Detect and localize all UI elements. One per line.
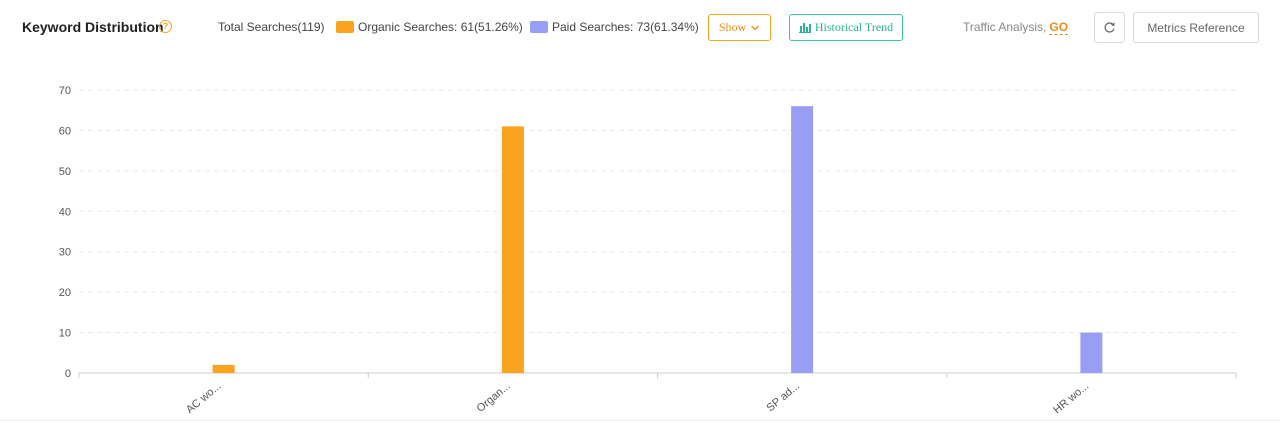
show-label: Show [718,20,747,34]
x-tick-label: HR wo... [1051,380,1091,416]
bar-organic-0 [212,364,235,373]
bottom-divider [0,420,1280,421]
x-tick-label: SP ad... [765,380,803,414]
traffic-analysis-label: Traffic Analysis, [963,20,1047,34]
show-dropdown-button[interactable]: Show [708,14,771,41]
organic-legend-swatch[interactable] [336,21,354,33]
total-searches: Total Searches(119) [218,20,325,34]
bar-chart-icon [798,23,811,33]
y-tick-label: 40 [59,206,71,218]
y-tick-label: 10 [59,328,71,340]
refresh-button[interactable] [1094,12,1125,43]
y-tick-label: 70 [59,85,71,97]
page-title: Keyword Distribution [22,19,164,35]
help-icon[interactable]: ? [159,20,172,33]
paid-legend-swatch[interactable] [530,21,548,33]
y-tick-label: 30 [59,247,71,259]
x-tick-label: AC wo... [184,380,224,416]
bar-organic-1 [501,126,524,373]
go-link[interactable]: GO [1049,20,1069,35]
paid-searches-stat[interactable]: Paid Searches: 73(61.34%) [552,20,699,34]
y-tick-label: 0 [65,368,71,380]
chart-header: Keyword Distribution ? Total Searches(11… [0,0,1280,56]
organic-searches-stat[interactable]: Organic Searches: 61(51.26%) [358,20,523,34]
y-tick-label: 60 [59,125,71,137]
y-tick-label: 20 [59,287,71,299]
chevron-down-icon [751,25,760,30]
refresh-icon [1104,22,1115,33]
x-tick-label: Organ... [475,380,513,415]
traffic-analysis: Traffic Analysis, GO [963,20,1069,35]
metrics-reference-button[interactable]: Metrics Reference [1133,12,1259,43]
bar-paid-3 [1080,332,1103,373]
historical-trend-button[interactable]: Historical Trend [789,14,903,41]
y-tick-label: 50 [59,166,71,178]
keyword-distribution-chart: 0 10 20 30 40 50 60 70 AC wo... Organ... SP ad... H… [59,85,1237,416]
historical-trend-label: Historical Trend [814,20,894,34]
bar-paid-2 [791,106,814,373]
